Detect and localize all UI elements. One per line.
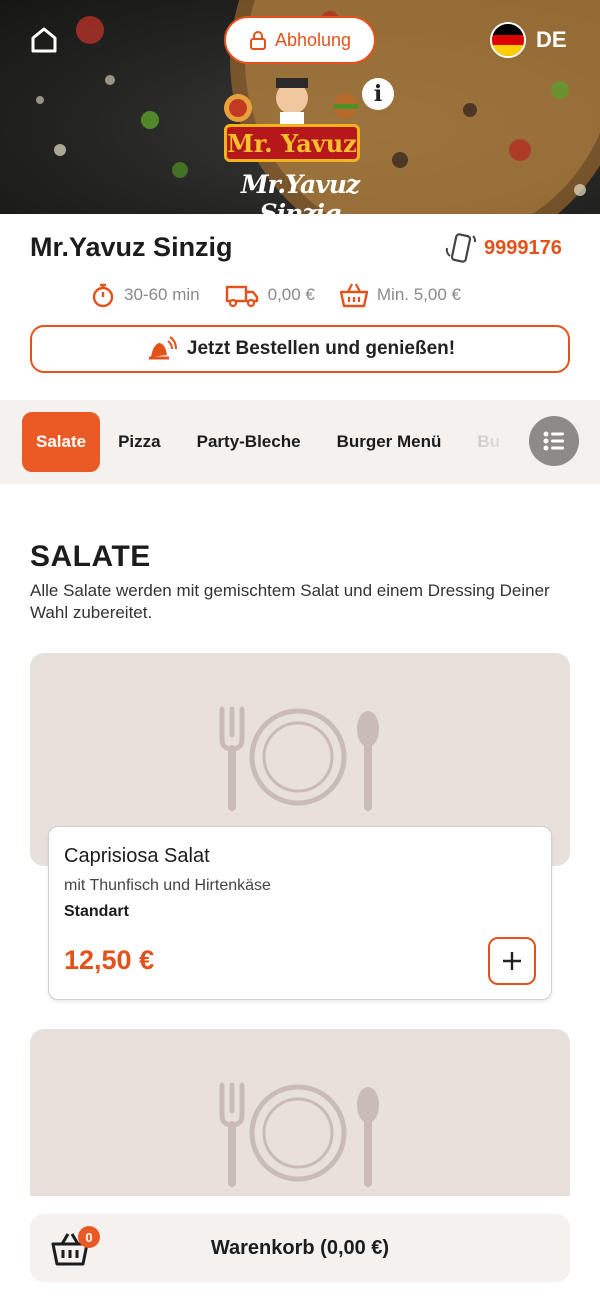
- section-title: SALATE: [30, 540, 151, 573]
- product-variant: Standart: [64, 903, 129, 920]
- logo-badge: Mr. Yavuz: [224, 124, 360, 162]
- home-icon: [31, 27, 57, 53]
- minimum-order: Min. 5,00 €: [339, 282, 461, 308]
- cart-count-badge: 0: [78, 1226, 100, 1248]
- pickup-mode-button[interactable]: Abholung: [224, 16, 376, 64]
- product-description: mit Thunfisch und Hirtenkäse: [64, 877, 271, 894]
- language-selector[interactable]: DE: [490, 22, 567, 58]
- category-bar: Salate Pizza Party-Bleche Burger Menü Bu: [0, 400, 600, 484]
- language-code: DE: [536, 27, 567, 52]
- restaurant-logo: Mr. Yavuz Mr.Yavuz Sinzig: [218, 76, 368, 214]
- cart-label: Warenkorb (0,00 €): [210, 1236, 390, 1259]
- store-name: Mr.Yavuz Sinzig: [30, 232, 233, 262]
- stopwatch-icon: [92, 283, 114, 308]
- info-button[interactable]: i: [362, 78, 394, 110]
- phone-link[interactable]: 9999176: [442, 230, 562, 266]
- tab-salate[interactable]: Salate: [22, 412, 101, 472]
- minimum-order-text: Min. 5,00 €: [376, 285, 461, 304]
- delivery-truck-icon: [225, 285, 258, 308]
- delivery-time: 30-60 min: [90, 282, 200, 308]
- pickup-mode-label: Abholung: [274, 29, 352, 50]
- cart-footer: 0 Warenkorb (0,00 €): [0, 1196, 600, 1300]
- tab-pizza[interactable]: Pizza: [100, 412, 179, 472]
- phone-icon: [445, 233, 477, 263]
- add-to-cart-button[interactable]: [488, 937, 536, 985]
- order-now-label: Jetzt Bestellen und genießen!: [186, 338, 456, 359]
- delivery-fee: 0,00 €: [224, 282, 315, 308]
- tab-burger-menu[interactable]: Burger Menü: [319, 412, 460, 472]
- cart-button[interactable]: 0 Warenkorb (0,00 €): [30, 1214, 570, 1282]
- tab-party-bleche[interactable]: Party-Bleche: [179, 412, 319, 472]
- home-button[interactable]: [28, 24, 60, 56]
- product-card[interactable]: Caprisiosa Salat mit Thunfisch und Hirte…: [48, 826, 552, 1000]
- phone-number: 9999176: [484, 236, 562, 259]
- lock-icon: [249, 31, 266, 50]
- logo-script-text: Mr.Yavuz Sinzig: [240, 170, 360, 214]
- german-flag-icon: [490, 22, 526, 58]
- fork-plate-spoon-icon: [219, 706, 379, 811]
- section-description: Alle Salate werden mit gemischtem Salat …: [30, 581, 550, 622]
- product-price: 12,50 €: [64, 945, 155, 975]
- delivery-time-text: 30-60 min: [124, 285, 200, 304]
- store-meta: 30-60 min 0,00 € Min. 5,00 €: [90, 282, 461, 308]
- list-icon: [543, 431, 564, 451]
- order-now-button[interactable]: Jetzt Bestellen und genießen!: [30, 325, 570, 373]
- bell-icon: [148, 336, 177, 360]
- plus-icon: [503, 952, 521, 970]
- fork-plate-spoon-icon: [219, 1082, 379, 1187]
- delivery-fee-text: 0,00 €: [267, 285, 315, 304]
- category-list-button[interactable]: [529, 416, 579, 466]
- product-name: Caprisiosa Salat: [64, 845, 210, 867]
- info-icon: i: [373, 81, 383, 107]
- basket-icon: [339, 283, 369, 308]
- category-tabs: Salate Pizza Party-Bleche Burger Menü Bu: [22, 412, 518, 472]
- hero-banner: Abholung DE Mr. Yavuz Mr.Yavuz Sinzig i: [0, 0, 600, 214]
